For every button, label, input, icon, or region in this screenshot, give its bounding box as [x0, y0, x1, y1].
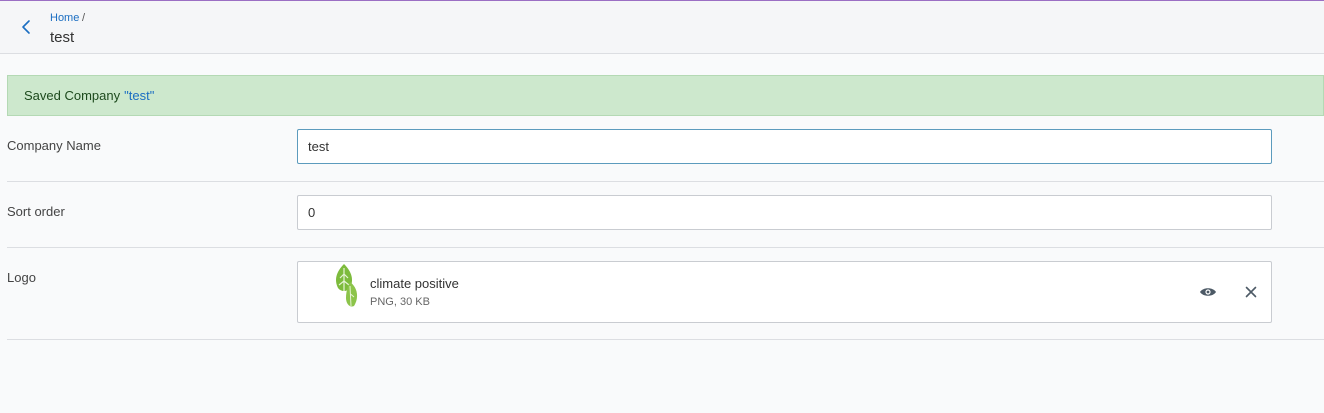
logo-file-name: climate positive — [370, 276, 459, 291]
remove-button[interactable] — [1241, 282, 1261, 302]
company-name-label: Company Name — [7, 138, 101, 153]
sort-order-input[interactable] — [297, 195, 1272, 230]
logo-label: Logo — [7, 270, 36, 285]
row-divider — [7, 181, 1324, 182]
close-icon — [1245, 286, 1257, 298]
success-alert: Saved Company "test" — [7, 75, 1324, 116]
alert-company-link[interactable]: "test" — [124, 88, 154, 103]
row-divider — [7, 247, 1324, 248]
logo-file-meta: PNG, 30 KB — [370, 296, 430, 308]
row-divider — [7, 339, 1324, 340]
breadcrumb-separator: / — [82, 12, 86, 24]
sort-order-label: Sort order — [7, 204, 65, 219]
eye-icon — [1200, 288, 1216, 296]
logo-thumbnail — [336, 264, 358, 307]
chevron-left-icon — [22, 20, 30, 34]
preview-button[interactable] — [1198, 282, 1218, 302]
breadcrumb-home[interactable]: Home — [50, 12, 79, 24]
top-bar: Home / test — [0, 1, 1324, 54]
page-title: test — [50, 29, 75, 46]
back-button[interactable] — [14, 15, 38, 39]
company-name-input[interactable] — [297, 129, 1272, 164]
alert-text: Saved Company — [24, 88, 121, 103]
logo-file-card: climate positive PNG, 30 KB — [297, 261, 1272, 323]
